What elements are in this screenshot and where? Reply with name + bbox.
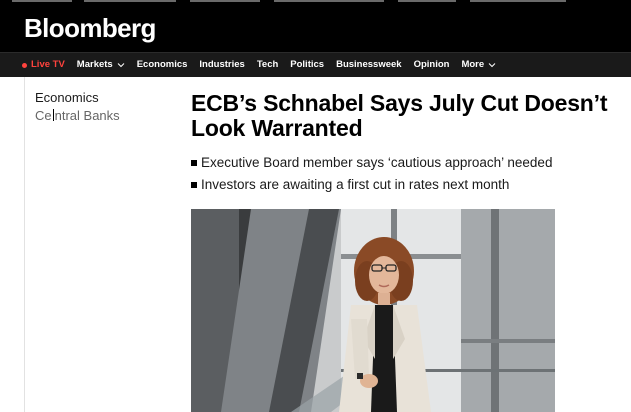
top-links-strip <box>0 0 631 5</box>
main-nav: Live TV Markets Economics Industries Tec… <box>0 52 631 77</box>
section-link-economics[interactable]: Economics <box>35 90 99 106</box>
nav-tech[interactable]: Tech <box>257 53 278 77</box>
summary-item: Executive Board member says ‘cautious ap… <box>191 152 552 174</box>
article-hero-image[interactable] <box>191 209 555 412</box>
text-cursor <box>52 109 54 121</box>
summary-text-2: Investors are awaiting a first cut in ra… <box>201 177 510 192</box>
article-headline: ECB’s Schnabel Says July Cut Doesn’t Loo… <box>191 91 631 141</box>
bloomberg-logo[interactable]: Bloomberg <box>24 13 156 43</box>
nav-industries[interactable]: Industries <box>199 53 244 77</box>
hero-photo-illustration <box>191 209 555 412</box>
nav-politics[interactable]: Politics <box>290 53 324 77</box>
nav-opinion[interactable]: Opinion <box>414 53 450 77</box>
left-rail-divider <box>24 77 25 412</box>
nav-more[interactable]: More <box>461 53 496 77</box>
chevron-down-icon <box>117 63 125 68</box>
nav-live-tv[interactable]: Live TV <box>22 53 65 77</box>
bullet-square-icon <box>191 160 197 166</box>
live-dot-icon <box>22 62 27 68</box>
nav-economics[interactable]: Economics <box>137 53 188 77</box>
nav-markets-label: Markets <box>76 59 113 70</box>
summary-text-1: Executive Board member says ‘cautious ap… <box>201 155 553 170</box>
summary-item: Investors are awaiting a first cut in ra… <box>191 174 552 196</box>
nav-businessweek[interactable]: Businessweek <box>336 53 401 77</box>
bullet-square-icon <box>191 182 197 188</box>
nav-more-label: More <box>461 59 485 70</box>
nav-markets[interactable]: Markets <box>77 53 125 77</box>
section-link-central-banks[interactable]: Ce ntral Banks <box>35 108 120 124</box>
headline-line-1: ECB’s Schnabel Says July Cut Doesn’t <box>191 90 608 116</box>
article-summary: Executive Board member says ‘cautious ap… <box>191 152 552 196</box>
section-secondary-part1: Ce <box>35 108 52 123</box>
section-secondary-part2: ntral Banks <box>54 108 120 123</box>
nav-live-label: Live TV <box>31 59 65 70</box>
headline-line-2: Look Warranted <box>191 115 363 141</box>
masthead: Bloomberg <box>0 0 631 52</box>
chevron-down-icon <box>488 63 496 68</box>
